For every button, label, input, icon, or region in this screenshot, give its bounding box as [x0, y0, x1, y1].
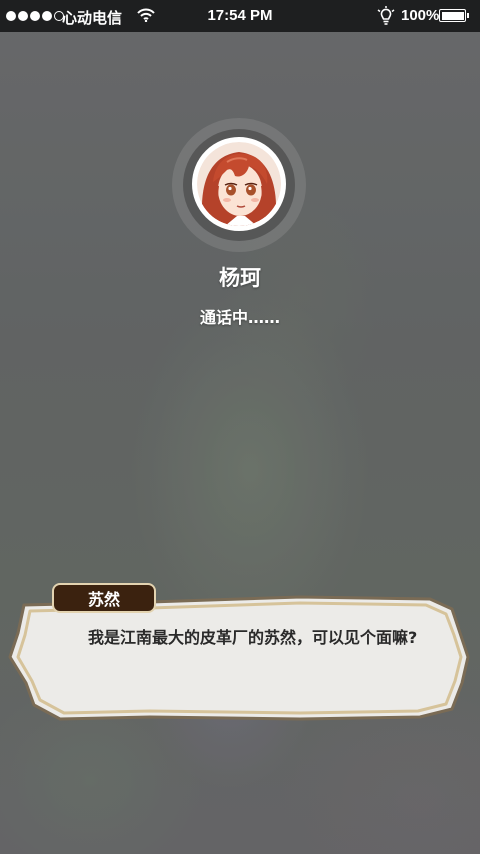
caller-avatar — [192, 137, 286, 231]
dialogue-text: 我是江南最大的皮革厂的苏然，可以见个面嘛? — [88, 628, 418, 647]
call-status: 通话中…… — [199, 308, 280, 327]
battery-icon — [439, 9, 466, 22]
status-bar: 心动电信 17:54 PM 100% — [0, 0, 480, 32]
battery-percentage: 100% — [401, 7, 440, 24]
dialogue-box[interactable]: 苏然 我是江南最大的皮革厂的苏然，可以见个面嘛? — [0, 575, 480, 735]
avatar-portrait — [197, 142, 281, 226]
speaker-name-tag: 苏然 — [52, 583, 156, 613]
caller-name: 杨珂 — [219, 266, 261, 290]
lightbulb-icon — [376, 5, 396, 31]
battery-fill — [441, 11, 464, 20]
battery-tip — [467, 13, 469, 18]
